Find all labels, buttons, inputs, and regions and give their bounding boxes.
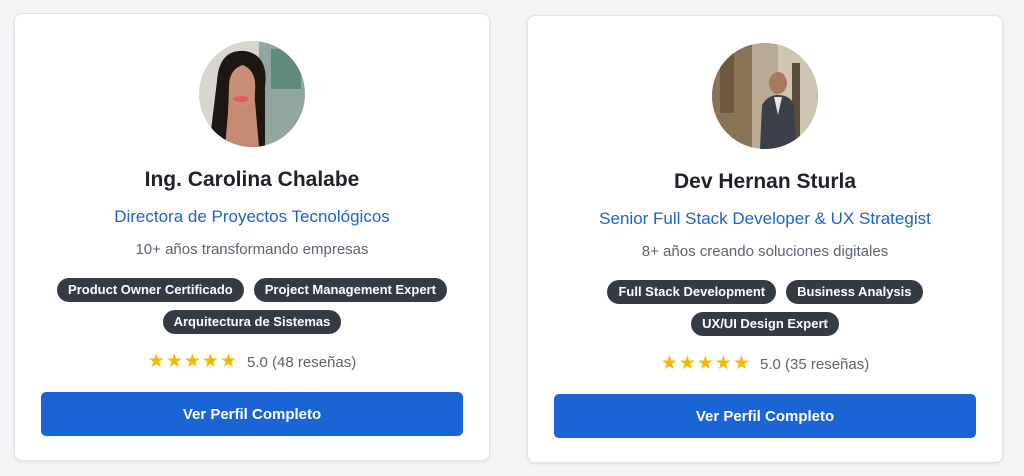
profile-subtitle: 10+ años transformando empresas <box>135 241 369 258</box>
skill-badges: Full Stack Development Business Analysis… <box>548 280 982 336</box>
profile-card-carolina: Ing. Carolina Chalabe Directora de Proye… <box>14 13 490 461</box>
skill-badge: Product Owner Certificado <box>57 278 244 302</box>
rating-text: 5.0 (35 reseñas) <box>760 355 870 373</box>
star-icon: ★ <box>714 353 732 374</box>
star-rating-icon: ★ ★ ★ ★ ★ <box>661 354 750 374</box>
skill-badges: Product Owner Certificado Project Manage… <box>35 278 469 334</box>
star-icon: ★ <box>201 351 219 372</box>
star-icon: ★ <box>696 353 714 374</box>
star-rating-icon: ★ ★ ★ ★ ★ <box>148 352 237 372</box>
star-icon: ★ <box>147 351 165 372</box>
profile-name: Dev Hernan Sturla <box>673 170 857 193</box>
skill-badge: Project Management Expert <box>253 278 447 302</box>
view-profile-button[interactable]: Ver Perfil Completo <box>41 392 463 436</box>
star-icon: ★ <box>183 351 201 372</box>
profile-title: Directora de Proyectos Tecnológicos <box>114 207 390 226</box>
star-icon: ★ <box>732 353 750 374</box>
rating: ★ ★ ★ ★ ★ 5.0 (35 reseñas) <box>528 354 1002 374</box>
view-profile-button[interactable]: Ver Perfil Completo <box>554 394 976 438</box>
profile-subtitle: 8+ años creando soluciones digitales <box>641 243 889 260</box>
profile-title: Senior Full Stack Developer & UX Strateg… <box>599 209 931 228</box>
rating: ★ ★ ★ ★ ★ 5.0 (48 reseñas) <box>15 352 489 372</box>
star-icon: ★ <box>660 353 678 374</box>
rating-text: 5.0 (48 reseñas) <box>247 353 357 371</box>
profile-name: Ing. Carolina Chalabe <box>144 168 360 191</box>
skill-badge: Full Stack Development <box>607 280 777 304</box>
star-icon: ★ <box>219 351 237 372</box>
skill-badge: UX/UI Design Expert <box>691 312 839 336</box>
star-icon: ★ <box>678 353 696 374</box>
skill-badge: Business Analysis <box>786 280 923 304</box>
avatar <box>712 43 818 149</box>
star-icon: ★ <box>165 351 183 372</box>
profile-card-hernan: Dev Hernan Sturla Senior Full Stack Deve… <box>527 15 1003 463</box>
profiles-page: Ing. Carolina Chalabe Directora de Proye… <box>0 0 1024 476</box>
skill-badge: Arquitectura de Sistemas <box>162 310 342 334</box>
avatar <box>199 41 305 147</box>
